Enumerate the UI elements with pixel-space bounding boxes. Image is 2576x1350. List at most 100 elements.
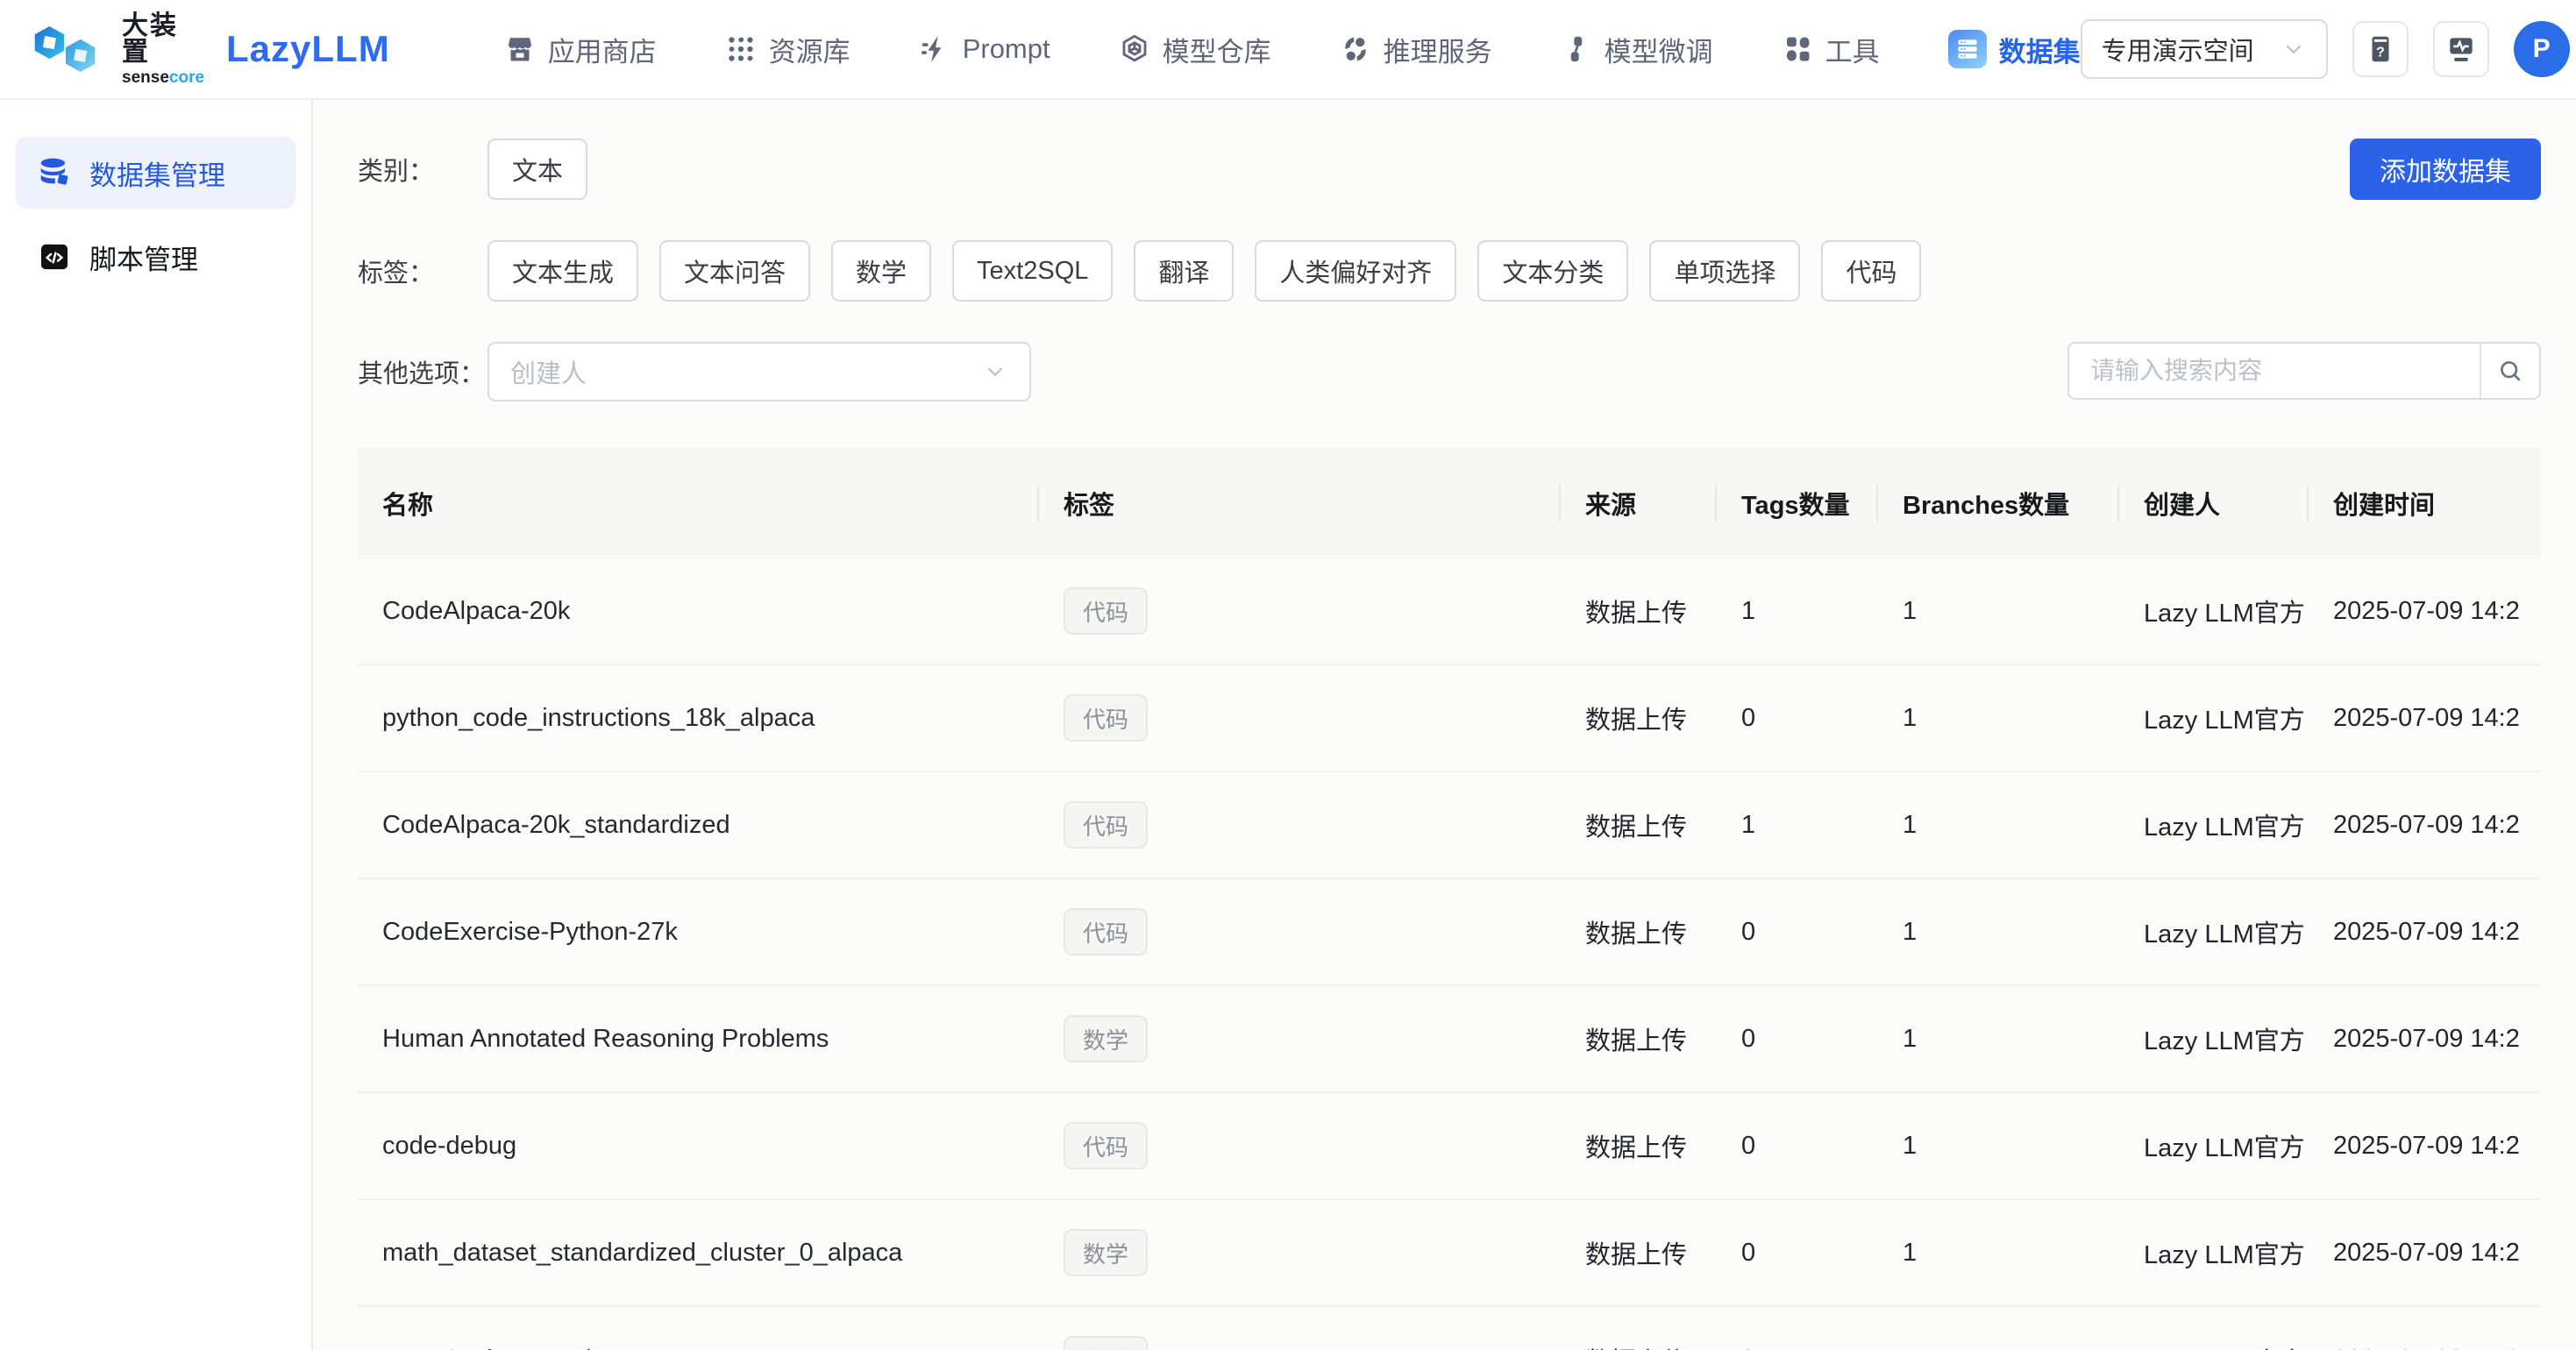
table-row[interactable]: CodeAlpaca-20k代码数据上传11Lazy LLM官方2025-07-… — [358, 558, 2541, 665]
search-box — [2067, 342, 2541, 400]
dataset-created-at: 2025-07-09 14:2 — [2309, 1346, 2541, 1350]
chevron-down-icon — [2281, 36, 2307, 62]
dataset-source: 数据上传 — [1561, 1020, 1717, 1057]
dataset-creator: Lazy LLM官方 — [2119, 913, 2309, 950]
product-name: LazyLLM — [226, 28, 390, 70]
tag-chip-单项选择[interactable]: 单项选择 — [1649, 240, 1800, 302]
dataset-tags-count: 1 — [1717, 811, 1878, 840]
sidebar-item-脚本管理[interactable]: 脚本管理 — [16, 221, 295, 293]
tags-label: 标签： — [358, 252, 487, 289]
add-dataset-button[interactable]: 添加数据集 — [2350, 139, 2541, 200]
nav-item-Prompt[interactable]: Prompt — [919, 33, 1050, 65]
dataset-created-at: 2025-07-09 14:2 — [2309, 597, 2541, 626]
workspace-selected: 专用演示空间 — [2102, 31, 2272, 68]
main-content: 添加数据集 类别： 文本 标签： 文本生成文本问答数学Text2SQL翻译人类偏… — [313, 100, 2576, 1350]
dataset-tag-cell: 代码 — [1039, 908, 1561, 956]
dataset-created-at: 2025-07-09 14:2 — [2309, 1025, 2541, 1054]
creator-select[interactable]: 创建人 — [487, 342, 1031, 401]
dataset-tags-count: 0 — [1717, 704, 1878, 733]
topbar-right: 专用演示空间 ? P public — [2081, 19, 2576, 79]
tags-filter-row: 标签： 文本生成文本问答数学 Text2SQL 翻译人类偏好对齐文本分类单项选择代码 — [358, 240, 2541, 302]
nav-item-资源库[interactable]: 资源库 — [725, 30, 850, 69]
sidebar: 数据集管理脚本管理 — [0, 100, 313, 1350]
dataset-name[interactable]: CodeExercise-Python-27k — [358, 918, 1039, 947]
nav-item-label: Prompt — [963, 33, 1050, 65]
tag-chip-翻译[interactable]: 翻译 — [1134, 240, 1234, 302]
dataset-source: 数据上传 — [1561, 1127, 1717, 1164]
help-doc-button[interactable]: ? — [2352, 21, 2409, 77]
dataset-name[interactable]: DeepScaleR-Preview-Dataset — [358, 1346, 1039, 1350]
nav-item-模型微调[interactable]: 模型微调 — [1561, 30, 1713, 69]
other-options-label: 其他选项： — [358, 353, 487, 390]
nav-item-推理服务[interactable]: 推理服务 — [1340, 30, 1492, 69]
nav-item-label: 推理服务 — [1384, 30, 1492, 69]
dataset-source: 数据上传 — [1561, 1234, 1717, 1271]
dataset-branches-count: 1 — [1878, 1132, 2119, 1161]
dataset-name[interactable]: math_dataset_standardized_cluster_0_alpa… — [358, 1239, 1039, 1268]
database-icon — [37, 155, 72, 190]
dataset-name[interactable]: CodeAlpaca-20k — [358, 597, 1039, 626]
workspace-select[interactable]: 专用演示空间 — [2081, 19, 2328, 79]
category-chip-文本[interactable]: 文本 — [487, 139, 587, 200]
nav-item-工具[interactable]: 工具 — [1782, 30, 1880, 69]
dataset-tag: 数学 — [1064, 1229, 1148, 1276]
dataset-name[interactable]: code-debug — [358, 1132, 1039, 1161]
dataset-name[interactable]: python_code_instructions_18k_alpaca — [358, 704, 1039, 733]
dataset-tag-cell: 数学 — [1039, 1229, 1561, 1276]
dataset-tags-count: 0 — [1717, 1239, 1878, 1268]
dataset-created-at: 2025-07-09 14:2 — [2309, 704, 2541, 733]
top-navigation: 应用商店 资源库 Prompt 模型仓库 推理服务 模型微调 工具 数据集 — [504, 30, 2081, 69]
prompt-lightning-icon — [919, 33, 950, 65]
tag-chip-文本生成[interactable]: 文本生成 — [487, 240, 638, 302]
table-row[interactable]: code-debug代码数据上传01Lazy LLM官方2025-07-09 1… — [358, 1093, 2541, 1200]
store-icon — [504, 33, 536, 65]
nav-item-label: 资源库 — [769, 30, 850, 69]
tag-chip-文本分类[interactable]: 文本分类 — [1477, 240, 1628, 302]
tag-chip-Text2SQL[interactable]: Text2SQL — [952, 240, 1113, 302]
tag-chip-文本问答[interactable]: 文本问答 — [659, 240, 810, 302]
search-input[interactable] — [2069, 344, 2480, 398]
avatar[interactable]: P — [2514, 21, 2570, 77]
search-icon — [2496, 357, 2524, 385]
monitor-button[interactable] — [2433, 21, 2489, 77]
dataset-tag: 代码 — [1064, 587, 1148, 635]
dataset-creator: Lazy LLM官方 — [2119, 1020, 2309, 1057]
creator-placeholder: 创建人 — [510, 353, 982, 390]
table-row[interactable]: Human Annotated Reasoning Problems数学数据上传… — [358, 986, 2541, 1093]
dataset-creator: Lazy LLM官方 — [2119, 1341, 2309, 1350]
tag-chip-代码[interactable]: 代码 — [1821, 240, 1921, 302]
sidebar-item-数据集管理[interactable]: 数据集管理 — [16, 137, 295, 209]
sensecore-logo-icon — [32, 22, 110, 76]
dataset-tag-cell: 数学 — [1039, 1015, 1561, 1062]
dataset-tag-cell: 代码 — [1039, 801, 1561, 849]
dataset-branches-count: 1 — [1878, 1346, 2119, 1350]
table-row[interactable]: math_dataset_standardized_cluster_0_alpa… — [358, 1200, 2541, 1307]
brand-logo: 大装置 sensecore LazyLLM — [32, 13, 390, 86]
dataset-name[interactable]: CodeAlpaca-20k_standardized — [358, 811, 1039, 840]
tag-chip-人类偏好对齐[interactable]: 人类偏好对齐 — [1255, 240, 1456, 302]
dataset-source: 数据上传 — [1561, 1341, 1717, 1350]
category-filter-row: 类别： 文本 — [358, 139, 2541, 200]
dataset-name[interactable]: Human Annotated Reasoning Problems — [358, 1025, 1039, 1054]
tag-chip-数学[interactable]: 数学 — [831, 240, 931, 302]
table-row[interactable]: CodeExercise-Python-27k代码数据上传01Lazy LLM官… — [358, 879, 2541, 986]
nav-item-模型仓库[interactable]: 模型仓库 — [1119, 30, 1271, 69]
nav-item-应用商店[interactable]: 应用商店 — [504, 30, 657, 69]
column-header-Tags数量: Tags数量 — [1717, 485, 1878, 522]
brand-title: 大装置 — [122, 13, 205, 66]
help-doc-icon: ? — [2364, 32, 2397, 66]
dataset-branches-count: 1 — [1878, 918, 2119, 947]
dataset-creator: Lazy LLM官方 — [2119, 1234, 2309, 1271]
table-row[interactable]: python_code_instructions_18k_alpaca代码数据上… — [358, 665, 2541, 772]
search-button[interactable] — [2480, 344, 2539, 398]
table-row[interactable]: DeepScaleR-Preview-Dataset数学数据上传01Lazy L… — [358, 1307, 2541, 1350]
dataset-source: 数据上传 — [1561, 806, 1717, 843]
svg-text:?: ? — [2376, 46, 2385, 60]
nav-item-数据集[interactable]: 数据集 — [1948, 30, 2081, 69]
dataset-icon — [1948, 30, 1987, 68]
dataset-branches-count: 1 — [1878, 811, 2119, 840]
dataset-tags-count: 0 — [1717, 1346, 1878, 1350]
table-row[interactable]: CodeAlpaca-20k_standardized代码数据上传11Lazy … — [358, 772, 2541, 879]
dataset-branches-count: 1 — [1878, 1239, 2119, 1268]
nav-item-label: 应用商店 — [548, 30, 657, 69]
